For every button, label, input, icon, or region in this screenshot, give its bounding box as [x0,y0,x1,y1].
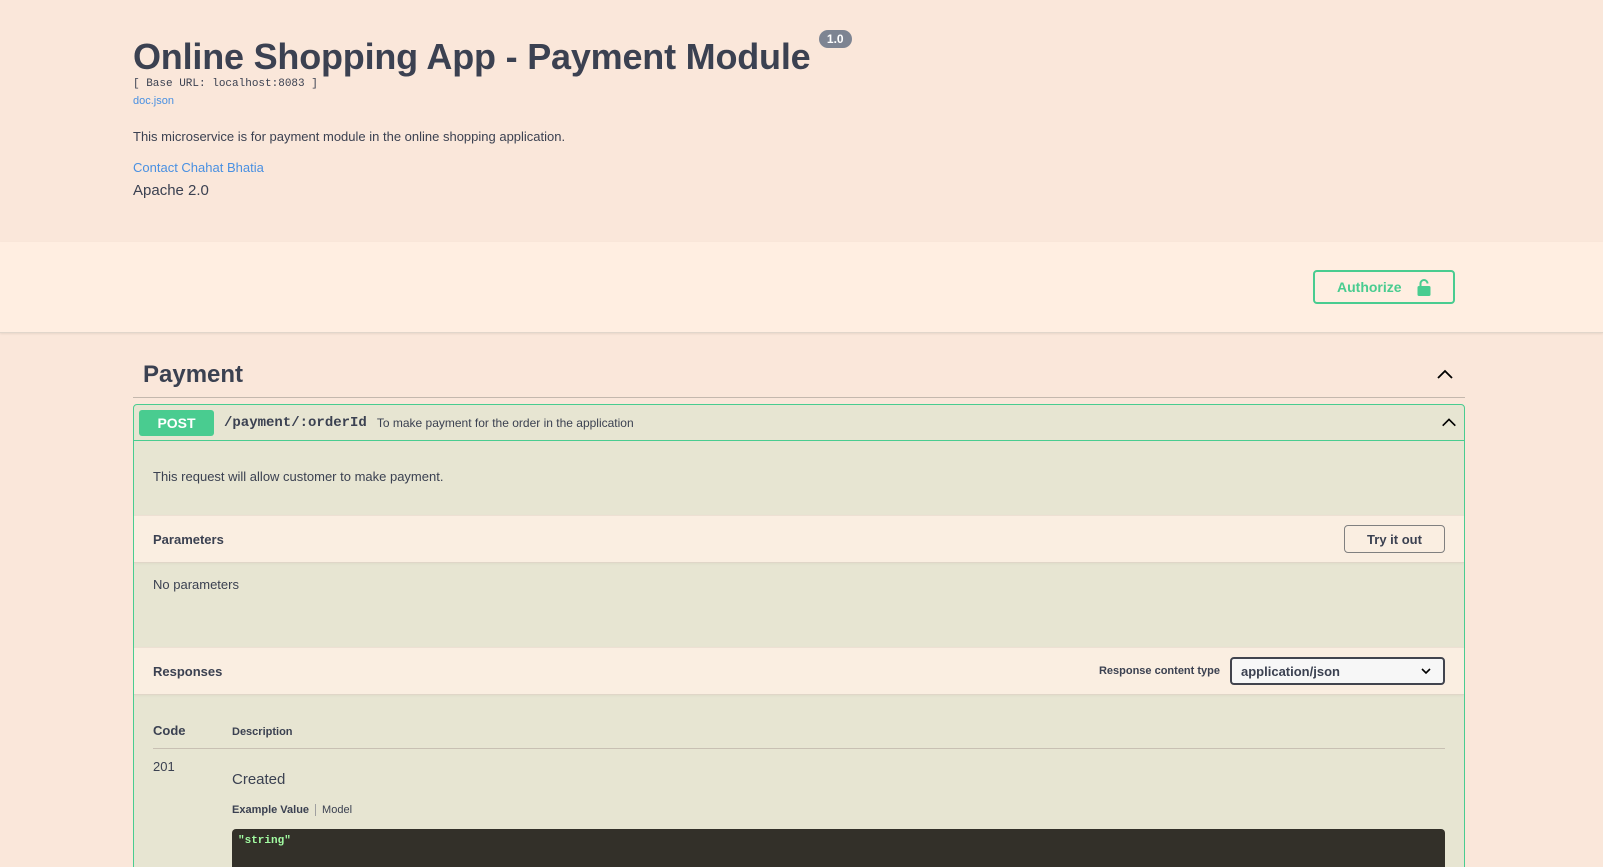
response-description-cell: Created Example Value Model "string" [232,759,1445,867]
tab-example-value[interactable]: Example Value [232,804,309,816]
operation-path: /payment/:orderId [224,414,367,431]
chevron-down-icon [1421,668,1431,675]
no-parameters-text: No parameters [153,577,239,592]
lock-icon [1417,279,1431,296]
operation-summary-text: To make payment for the order in the app… [376,415,634,430]
tag-header[interactable]: Payment [133,352,1465,398]
license-text: Apache 2.0 [133,182,209,199]
tab-model[interactable]: Model [322,804,352,816]
tag-section-payment: Payment POST /payment/:orderId To make p… [133,352,1465,867]
example-value-code: "string" [232,829,1445,867]
operation-block: POST /payment/:orderId To make payment f… [133,404,1465,867]
select-value: application/json [1241,663,1340,679]
method-badge: POST [139,409,214,436]
base-url: [ Base URL: localhost:8083 ] [133,78,318,90]
chevron-up-icon[interactable] [1435,365,1455,385]
responses-header: Responses Response content type applicat… [134,647,1464,695]
responses-title: Responses [153,663,223,679]
column-code: Code [153,723,186,738]
authorize-button[interactable]: Authorize [1313,270,1455,304]
response-code: 201 [153,759,175,774]
operation-description: This request will allow customer to make… [153,469,444,484]
try-it-out-button[interactable]: Try it out [1344,525,1445,553]
api-description: This microservice is for payment module … [133,129,566,144]
tag-title: Payment [143,360,244,388]
version-badge: 1.0 [818,30,852,48]
tab-divider [315,804,317,816]
parameters-title: Parameters [153,531,224,547]
contact-link[interactable]: Contact Chahat Bhatia [133,160,264,175]
authorize-label: Authorize [1337,279,1402,295]
responses-table-header: Code Description [153,695,1445,749]
parameters-header: Parameters Try it out [134,515,1464,563]
response-content-type-label: Response content type [1098,665,1220,677]
doc-json-link[interactable]: doc.json [133,95,174,107]
api-info: Online Shopping App - Payment Module 1.0… [133,30,1473,199]
responses-table: Code Description 201 Created Example Val… [134,695,1464,867]
response-content-type: Response content type application/json [1099,657,1445,685]
chevron-up-icon[interactable] [1440,414,1458,432]
scheme-container: Authorize [0,242,1603,333]
response-description: Created [232,771,286,788]
operation-summary[interactable]: POST /payment/:orderId To make payment f… [134,405,1464,441]
response-content-type-select[interactable]: application/json [1230,657,1445,685]
table-row: 201 Created Example Value Model "string" [153,749,1445,867]
example-tabs: Example Value Model [232,804,1445,816]
page-title: Online Shopping App - Payment Module [133,36,811,77]
column-description: Description [232,726,293,738]
